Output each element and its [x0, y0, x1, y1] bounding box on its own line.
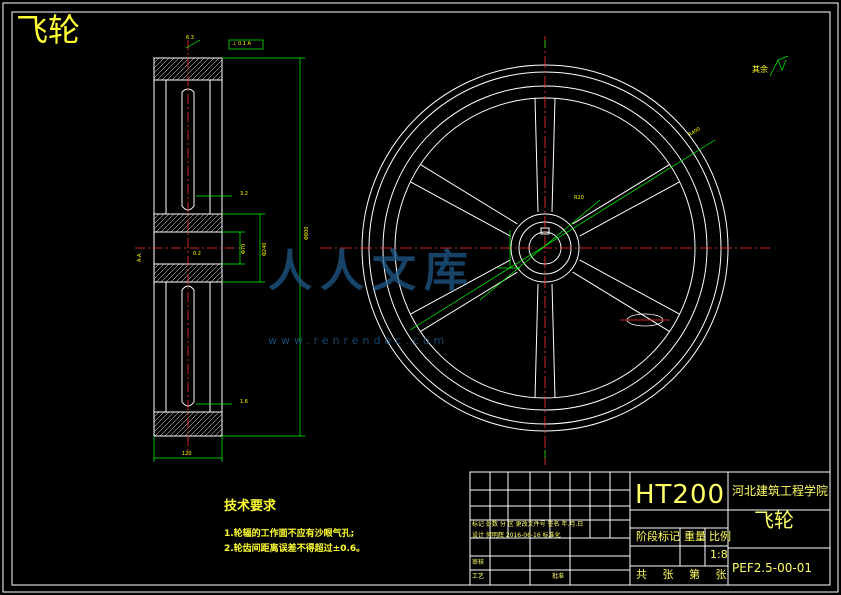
- hatch-line: [195, 213, 215, 233]
- hatch-line: [215, 275, 223, 283]
- process-label: 工艺: [472, 573, 485, 580]
- hatch-line: [174, 411, 200, 437]
- hatch-line: [190, 263, 210, 283]
- hatch-line: [160, 213, 180, 233]
- dim-total-diameter: Φ800: [304, 226, 310, 240]
- revision-header: 标记 处数 分 区 更改文件号 签名 年.月.日: [472, 521, 584, 528]
- hatch-line: [216, 74, 223, 81]
- tech-requirement-1: 1.轮辐的工作面不应有沙眼气孔;: [224, 529, 355, 539]
- hatch-line: [180, 263, 200, 283]
- hatch-line: [211, 69, 223, 81]
- hatch-line: [209, 423, 223, 437]
- school-name: 河北建筑工程学院: [732, 484, 829, 498]
- watermark-url: www.renrendoc.com: [268, 334, 449, 347]
- hatch-line: [171, 57, 195, 81]
- hatch-line: [161, 57, 185, 81]
- hatch-line: [155, 263, 175, 283]
- hatch-line: [196, 57, 220, 81]
- spoke-4: [409, 163, 518, 237]
- hatch-line: [186, 57, 210, 81]
- hatch-line: [184, 411, 210, 437]
- hatch-line: [153, 57, 165, 69]
- stage-label: 阶段标记: [636, 530, 680, 543]
- hatch-line: [190, 213, 210, 233]
- hatch-line: [180, 213, 200, 233]
- hatch-line: [170, 263, 190, 283]
- drawing-title: 飞轮: [16, 11, 81, 49]
- approve-label: 批准: [552, 573, 565, 580]
- hatch-line: [205, 215, 223, 233]
- hatch-line: [154, 411, 180, 437]
- hatch-line: [199, 413, 223, 437]
- drawing-sheet: { "drawing": { "title": "飞轮", "roughness…: [0, 0, 841, 595]
- tech-requirement-2: 2.轮齿间距离误差不得超过±0.6。: [224, 544, 366, 554]
- hatch-line: [191, 57, 215, 81]
- hatch-line: [153, 213, 160, 220]
- dim-ra-3: 6.3: [186, 35, 194, 41]
- spoke-6: [572, 163, 681, 237]
- hatch-line: [166, 57, 190, 81]
- hatch-line: [200, 213, 220, 233]
- section-mark: A-A: [137, 253, 143, 262]
- dim-ra-2: 1.6: [240, 399, 248, 405]
- hatch-line: [153, 411, 175, 433]
- hatch-line: [194, 411, 220, 437]
- dim-hub-diameter: Φ240: [262, 242, 268, 256]
- watermark-text: 人人文库: [268, 246, 476, 297]
- drawing-number: PEF2.5-00-01: [732, 561, 813, 575]
- roughness-note: 其余: [752, 65, 768, 74]
- dim-ra-1: 3.2: [240, 191, 248, 197]
- hatch-line: [195, 263, 215, 283]
- hatch-line: [201, 59, 223, 81]
- hatch-line: [204, 418, 223, 437]
- spoke-1: [572, 259, 681, 333]
- sheets-label: 共 张 第 张: [636, 568, 733, 581]
- hatch-line: [175, 213, 195, 233]
- hatch-line: [159, 411, 185, 437]
- hatch-line: [175, 263, 195, 283]
- hatch-line: [205, 265, 223, 283]
- dim-rim: R20: [574, 195, 584, 201]
- hatch-line: [170, 213, 190, 233]
- hatch-line: [153, 57, 175, 79]
- hatch-line: [165, 263, 185, 283]
- spoke-5: [534, 97, 556, 213]
- hatch-line: [189, 411, 215, 437]
- design-row: 设计 何明辉 2016-06-16 标准化: [472, 532, 561, 539]
- hatch-line: [153, 411, 160, 418]
- hatch-line: [153, 263, 160, 270]
- hatch-line: [185, 213, 205, 233]
- hatch-line: [185, 263, 205, 283]
- weight-label: 重量: [684, 530, 706, 543]
- hatch-line: [153, 213, 165, 225]
- hatch-line: [160, 263, 180, 283]
- dim-width: 120: [182, 451, 192, 457]
- hatch-line: [169, 411, 195, 437]
- hatch-line: [155, 213, 175, 233]
- material: HT200: [635, 480, 726, 510]
- dim-tolerance: 0.2: [193, 251, 201, 257]
- hatch-line: [156, 57, 180, 81]
- dim-bore: Φ70: [241, 243, 247, 254]
- scale-value: 1:8: [710, 548, 728, 561]
- hatch-line: [153, 411, 165, 423]
- hatch-line: [210, 270, 223, 283]
- hatch-line: [164, 411, 190, 437]
- hatch-line: [153, 263, 165, 275]
- part-name: 飞轮: [754, 508, 794, 532]
- hatch-line: [165, 213, 185, 233]
- tech-requirements-heading: 技术要求: [224, 499, 277, 514]
- hatch-line: [179, 411, 205, 437]
- hatch-line: [210, 220, 223, 233]
- scale-label: 比例: [709, 530, 731, 543]
- hatch-line: [200, 263, 220, 283]
- gdt-frame: ⊥ 0.1 A: [232, 41, 251, 47]
- review-label: 审核: [472, 559, 485, 566]
- hatch-line: [181, 57, 205, 81]
- hatch-line: [153, 57, 160, 64]
- hatch-line: [215, 225, 223, 233]
